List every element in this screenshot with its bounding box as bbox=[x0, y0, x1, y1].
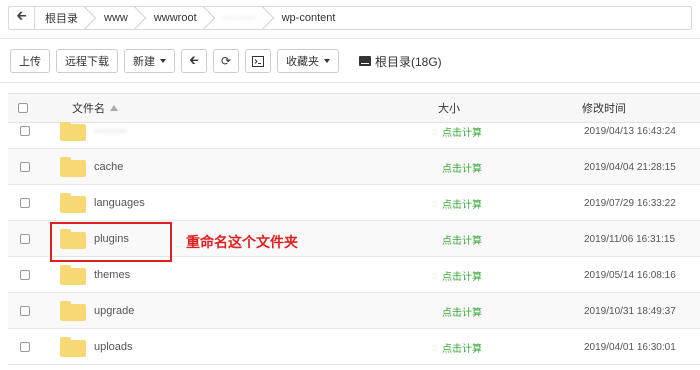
column-header-name[interactable]: 文件名 bbox=[72, 94, 118, 122]
table-header: 文件名 大小 修改时间 bbox=[8, 93, 700, 123]
modified-time: 2019/04/04 21:28:15 bbox=[584, 161, 676, 173]
calculate-size-link[interactable]: 点击计算 bbox=[442, 268, 482, 283]
folder-icon bbox=[60, 157, 86, 177]
upload-button[interactable]: 上传 bbox=[10, 49, 50, 73]
divider bbox=[0, 38, 700, 39]
new-dropdown-button[interactable]: 新建 bbox=[124, 49, 175, 73]
file-name[interactable]: ········· bbox=[94, 125, 127, 137]
hard-drive-icon bbox=[359, 56, 371, 66]
column-header-mtime[interactable]: 修改时间 bbox=[582, 94, 626, 122]
calculate-size-link[interactable]: 点击计算 bbox=[442, 340, 482, 355]
breadcrumb-item-www[interactable]: www bbox=[92, 7, 142, 29]
table-row[interactable]: uploads 点击计算 2019/04/01 16:30:01 bbox=[8, 329, 700, 365]
back-arrow-icon[interactable]: 🡰 bbox=[9, 7, 35, 29]
row-checkbox[interactable] bbox=[20, 293, 30, 329]
table-row[interactable]: cache 点击计算 2019/04/04 21:28:15 bbox=[8, 149, 700, 185]
checkbox-icon bbox=[20, 306, 30, 316]
toolbar: 上传 远程下载 新建 🡰 ⟳ 收藏夹 根目录(18G) bbox=[10, 49, 442, 73]
folder-icon bbox=[60, 265, 86, 285]
row-checkbox[interactable] bbox=[20, 122, 30, 149]
folder-icon bbox=[60, 301, 86, 321]
arrow-left-icon: 🡰 bbox=[189, 52, 199, 67]
breadcrumb: 🡰 根目录 www wwwroot ········· wp-content bbox=[8, 6, 692, 30]
modified-time: 2019/11/06 16:31:15 bbox=[584, 233, 676, 245]
calculate-size-link[interactable]: 点击计算 bbox=[442, 304, 482, 319]
caret-down-icon bbox=[160, 59, 166, 63]
row-checkbox[interactable] bbox=[20, 257, 30, 293]
checkbox-icon bbox=[20, 126, 30, 136]
table-row[interactable]: ········· 点击计算 2019/04/13 16:43:24 bbox=[8, 122, 700, 149]
breadcrumb-item-wwwroot[interactable]: wwwroot bbox=[142, 7, 211, 29]
file-name[interactable]: languages bbox=[94, 197, 145, 209]
modified-time: 2019/05/14 16:08:16 bbox=[584, 269, 676, 281]
file-name[interactable]: upgrade bbox=[94, 305, 134, 317]
divider bbox=[0, 82, 700, 83]
file-name[interactable]: themes bbox=[94, 269, 130, 281]
terminal-icon bbox=[252, 55, 264, 67]
checkbox-icon bbox=[20, 162, 30, 172]
table-row[interactable]: languages 点击计算 2019/07/29 16:33:22 bbox=[8, 185, 700, 221]
select-all-checkbox[interactable] bbox=[18, 94, 28, 122]
modified-time: 2019/04/13 16:43:24 bbox=[584, 125, 676, 137]
folder-icon bbox=[60, 122, 86, 141]
checkbox-icon bbox=[18, 103, 28, 113]
calculate-size-link[interactable]: 点击计算 bbox=[442, 124, 482, 139]
row-checkbox[interactable] bbox=[20, 149, 30, 185]
calculate-size-link[interactable]: 点击计算 bbox=[442, 160, 482, 175]
folder-icon bbox=[60, 193, 86, 213]
checkbox-icon bbox=[20, 198, 30, 208]
modified-time: 2019/07/29 16:33:22 bbox=[584, 197, 676, 209]
modified-time: 2019/10/31 18:49:37 bbox=[584, 305, 676, 317]
breadcrumb-item-wp-content[interactable]: wp-content bbox=[270, 7, 350, 29]
row-checkbox[interactable] bbox=[20, 329, 30, 365]
refresh-icon: ⟳ bbox=[220, 54, 232, 68]
folder-icon bbox=[60, 337, 86, 357]
remote-download-button[interactable]: 远程下载 bbox=[56, 49, 118, 73]
sort-up-icon bbox=[110, 105, 118, 111]
row-checkbox[interactable] bbox=[20, 185, 30, 221]
table-row[interactable]: upgrade 点击计算 2019/10/31 18:49:37 bbox=[8, 293, 700, 329]
checkbox-icon bbox=[20, 270, 30, 280]
modified-time: 2019/04/01 16:30:01 bbox=[584, 341, 676, 353]
disk-selector[interactable]: 根目录(18G) bbox=[359, 53, 442, 70]
checkbox-icon bbox=[20, 234, 30, 244]
annotation-text: 重命名这个文件夹 bbox=[186, 235, 298, 251]
favorites-dropdown-button[interactable]: 收藏夹 bbox=[277, 49, 339, 73]
calculate-size-link[interactable]: 点击计算 bbox=[442, 232, 482, 247]
breadcrumb-item-redacted[interactable]: ········· bbox=[211, 7, 270, 29]
checkbox-icon bbox=[20, 342, 30, 352]
file-name[interactable]: uploads bbox=[94, 341, 133, 353]
table-row[interactable]: themes 点击计算 2019/05/14 16:08:16 bbox=[8, 257, 700, 293]
file-name[interactable]: cache bbox=[94, 161, 123, 173]
terminal-button[interactable] bbox=[245, 49, 271, 73]
back-button[interactable]: 🡰 bbox=[181, 49, 207, 73]
highlight-box bbox=[50, 222, 172, 262]
calculate-size-link[interactable]: 点击计算 bbox=[442, 196, 482, 211]
refresh-button[interactable]: ⟳ bbox=[213, 49, 239, 73]
column-header-size[interactable]: 大小 bbox=[438, 94, 460, 122]
breadcrumb-item-root[interactable]: 根目录 bbox=[35, 7, 92, 29]
caret-down-icon bbox=[324, 59, 330, 63]
row-checkbox[interactable] bbox=[20, 221, 30, 257]
